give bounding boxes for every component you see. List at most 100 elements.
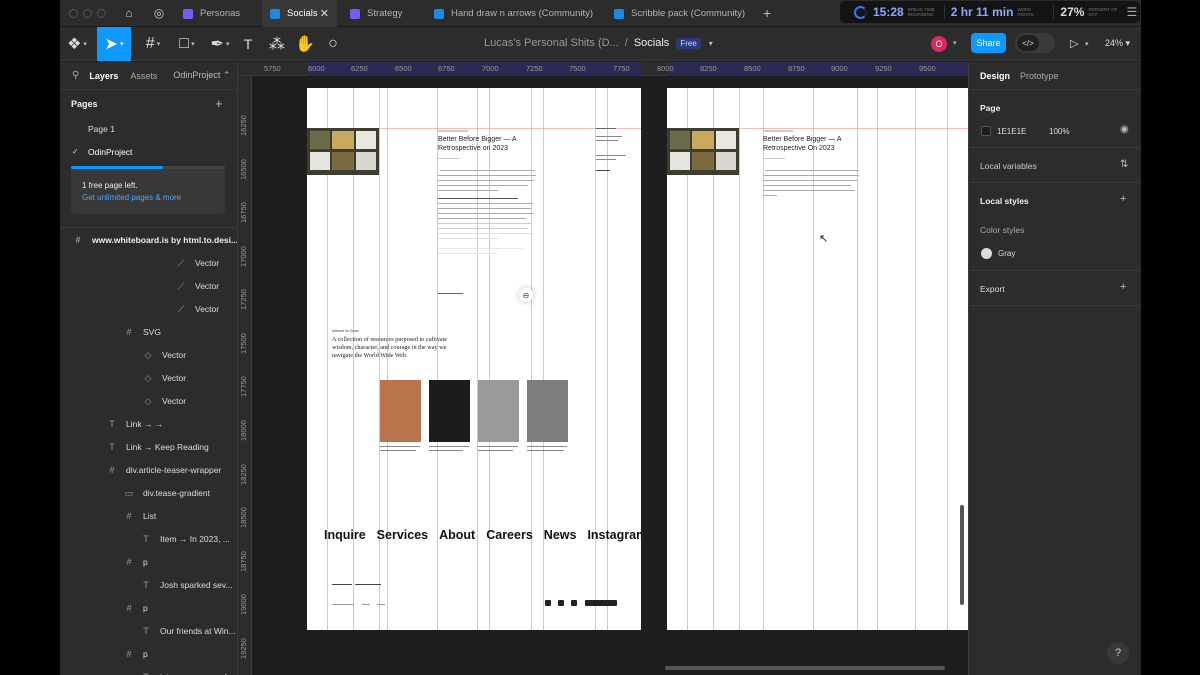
vertical-scrollbar[interactable] (960, 505, 964, 605)
menu-icon[interactable]: ☰ (1126, 5, 1137, 19)
design-file-icon (614, 8, 624, 19)
work-hours-caption: WORK HOURS (1017, 7, 1034, 17)
chevron-down-icon[interactable]: ▾ (953, 39, 957, 47)
tab-hand-draw-arrows[interactable]: Hand draw n arrows (Community) (426, 0, 606, 27)
layer-row[interactable]: ⟋ Vector (175, 252, 219, 274)
share-button[interactable]: Share (971, 33, 1006, 53)
layer-row[interactable]: Tintense season of... (140, 666, 233, 675)
ruler-tick-label: 16250 (239, 115, 248, 136)
page-color-swatch[interactable] (981, 126, 991, 136)
layer-row[interactable]: # List (123, 505, 156, 527)
page-color-hex[interactable]: 1E1E1E (997, 127, 1026, 136)
frame-hash-icon: # (75, 235, 81, 245)
section-description: A collection of resources purposed to cu… (332, 336, 448, 359)
layer-row[interactable]: ◇ Vector (142, 344, 187, 366)
community-globe-icon[interactable]: ◎ (148, 4, 170, 22)
move-tool-button[interactable]: ➤ ▾ (97, 27, 131, 61)
canvas[interactable]: 5750 6000 6250 6500 6750 7000 7250 7500 7750 8000… (238, 62, 968, 675)
tab-layers[interactable]: Layers (89, 71, 118, 81)
layer-row[interactable]: # p (123, 551, 147, 573)
local-variables-row[interactable]: Local variables (980, 161, 1037, 171)
layer-row[interactable]: T Link → Keep Reading (106, 436, 208, 458)
chevron-down-icon[interactable]: ▾ (1085, 40, 1089, 48)
layer-row[interactable]: T Our friends at Win... (140, 620, 235, 642)
main-menu-button[interactable]: ❖ ▾ (60, 27, 94, 61)
comment-tool-button[interactable]: ○ (316, 27, 350, 61)
layer-row[interactable]: # SVG (123, 321, 160, 343)
upgrade-link[interactable]: Get unlimited pages & more (82, 193, 181, 202)
minimize-window-button[interactable] (83, 9, 92, 18)
layer-row[interactable]: T Josh sparked sev... (140, 574, 232, 596)
present-play-icon[interactable]: ▷ (1070, 37, 1078, 50)
page-item-odinproject[interactable]: OdinProject (88, 147, 132, 157)
page-item-page-1[interactable]: Page 1 (88, 124, 115, 134)
horizontal-scrollbar[interactable] (665, 666, 945, 670)
tab-socials[interactable]: Socials ✕ (262, 0, 337, 27)
layer-row[interactable]: ◇ Vector (142, 367, 187, 389)
tab-personas[interactable]: Personas (175, 0, 260, 27)
layer-row[interactable]: # p (123, 643, 147, 665)
left-panel: ⚲ Layers Assets OdinProject ⌃ Pages + Pa… (60, 62, 238, 675)
placeholder-text-line (438, 213, 534, 214)
help-button[interactable]: ? (1107, 642, 1129, 664)
divider (969, 305, 1141, 306)
project-switcher[interactable]: OdinProject ⌃ (173, 70, 230, 81)
tab-design[interactable]: Design (980, 71, 1010, 81)
layer-row[interactable]: T Item → In 2023, ... (140, 528, 230, 550)
layer-row[interactable]: # p (123, 597, 147, 619)
layer-row[interactable]: T Link → → (106, 413, 163, 435)
add-style-plus-icon[interactable]: + (1120, 193, 1126, 205)
gray-color-swatch[interactable] (981, 248, 992, 259)
search-icon[interactable]: ⚲ (72, 70, 79, 81)
add-page-plus-icon[interactable]: + (215, 96, 223, 111)
shape-tool-button[interactable]: □ ▾ (170, 27, 204, 61)
page-color-opacity[interactable]: 100% (1049, 127, 1069, 136)
footer-link-services: Services (376, 528, 429, 542)
home-icon[interactable]: ⌂ (118, 4, 140, 22)
tab-scribble-pack[interactable]: Scribble pack (Community) (606, 0, 756, 27)
zoom-value: 24% (1105, 38, 1124, 48)
sliders-icon[interactable]: ⇅ (1120, 159, 1128, 170)
right-panel-tabs: Design Prototype (969, 62, 1141, 90)
layer-row[interactable]: # www.whiteboard.is by html.to.desi... (72, 229, 237, 251)
layer-row[interactable]: ⟋ Vector (175, 275, 219, 297)
tab-strategy[interactable]: Strategy (342, 0, 427, 27)
placeholder-text-line (438, 203, 533, 204)
user-avatar[interactable]: O (931, 36, 947, 52)
ruler-tick-label: 7250 (526, 64, 543, 73)
close-tab-icon[interactable]: ✕ (320, 7, 329, 20)
article-thumbnail (667, 128, 739, 175)
percent-of-day: 27% (1060, 5, 1085, 19)
layer-label: div.article-teaser-wrapper (126, 465, 222, 475)
diamond-icon: ◇ (144, 372, 152, 383)
maximize-window-button[interactable] (97, 9, 106, 18)
dev-mode-toggle[interactable]: </> (1015, 33, 1055, 53)
layer-row[interactable]: ◇ Vector (142, 390, 187, 412)
close-window-button[interactable] (69, 9, 78, 18)
page-section-heading: Page (980, 103, 1001, 113)
article-title: Better Before Bigger — A Retrospective O… (763, 136, 842, 152)
frame-socials-right[interactable]: Better Before Bigger — A Retrospective O… (667, 88, 968, 630)
text-t-icon: T (243, 36, 253, 52)
frame-tool-button[interactable]: # ▾ (136, 27, 170, 61)
chevron-down-icon: ▾ (83, 41, 87, 48)
page-name[interactable]: Socials (634, 37, 669, 49)
add-export-plus-icon[interactable]: + (1120, 281, 1126, 293)
file-name[interactable]: Lucas's Personal Shits (D... (484, 37, 619, 49)
zoom-level[interactable]: 24% ▾ (1105, 38, 1130, 49)
eye-icon[interactable]: ◉ (1120, 124, 1129, 135)
placeholder-text-line (596, 140, 618, 141)
article-title: Better Before Bigger — A Retrospective o… (438, 136, 517, 152)
layer-row[interactable]: # div.article-teaser-wrapper (106, 459, 221, 481)
tab-assets[interactable]: Assets (130, 71, 157, 81)
chevron-down-icon[interactable]: ▾ (709, 39, 713, 48)
frame-socials-left[interactable]: Better Before Bigger — A Retrospective o… (307, 88, 641, 630)
comment-pin-icon[interactable]: ⊖ (519, 288, 533, 302)
gray-style-name[interactable]: Gray (998, 249, 1015, 258)
layer-row[interactable]: ▭ div.tease-gradient (123, 482, 210, 504)
layer-row[interactable]: ⟋ Vector (175, 298, 219, 320)
export-heading[interactable]: Export (980, 284, 1005, 294)
new-tab-plus-icon[interactable]: + (763, 5, 771, 21)
tab-prototype[interactable]: Prototype (1020, 71, 1059, 81)
ruler-tick-label: 6750 (438, 64, 455, 73)
